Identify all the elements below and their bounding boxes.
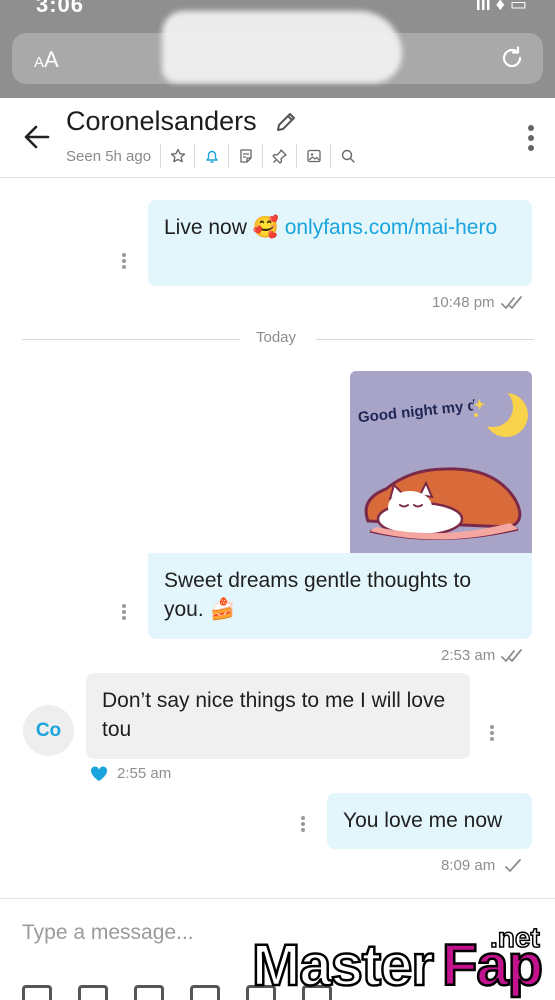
search-button[interactable] [330,144,364,168]
divider-line [22,339,240,340]
message-time: 2:55 am [117,765,172,782]
last-seen: Seen 5h ago [66,148,152,165]
favorite-button[interactable] [160,144,194,168]
single-check-icon [505,858,522,872]
message-bubble-incoming[interactable]: Don’t say nice things to me I will love … [86,673,470,759]
watermark-fap: Fap [441,932,545,1000]
message-link[interactable]: onlyfans.com/mai-hero [285,216,497,239]
divider-line [316,339,534,340]
status-icons: lll ♦ ▭ [475,0,527,14]
message-options-button[interactable] [121,602,127,622]
screen: 3:06 lll ♦ ▭ AA Coronelsanders Seen 5h a… [0,0,555,1000]
message-bubble-outgoing[interactable]: Live now 🥰 onlyfans.com/mai-hero [148,200,532,286]
message-meta: 2:55 am [90,765,171,782]
watermark-logo: .net Master Fap [251,921,555,1000]
star-icon [170,148,185,163]
message-bubble-outgoing[interactable]: You love me now [327,793,532,849]
search-icon [341,149,355,163]
date-divider: Today [22,329,534,346]
message-options-button[interactable] [121,251,127,271]
header-toolbar [160,144,364,168]
double-check-icon [500,295,522,309]
message-bubble-outgoing[interactable]: Sweet dreams gentle thoughts to you. 🍰 [148,553,532,639]
text-size-button[interactable]: AA [34,47,59,73]
poll-icon[interactable] [134,985,164,1000]
heart-icon[interactable] [90,765,108,782]
notes-button[interactable] [228,144,262,168]
message-options-button[interactable] [300,814,306,834]
notifications-button[interactable] [194,144,228,168]
back-arrow-icon[interactable] [22,122,52,152]
note-icon [239,149,252,163]
avatar[interactable]: Co [23,705,74,756]
bell-icon [205,150,218,163]
image-icon [306,149,321,163]
attach-media-icon[interactable] [22,985,52,1000]
reload-icon[interactable] [499,45,525,71]
message-text: Don’t say nice things to me I will love … [102,689,446,741]
status-time: 3:06 [36,0,85,17]
tip-icon[interactable] [190,985,220,1000]
date-divider-label: Today [256,329,297,346]
pin-button[interactable] [262,144,296,168]
sticker-image[interactable]: Good night my dear! [350,371,532,557]
message-time: 8:09 am [441,857,496,874]
watermark-master: Master [251,932,435,1000]
address-bar[interactable]: AA [12,11,543,84]
chat-header: Coronelsanders Seen 5h ago [0,98,555,178]
redacted-url [162,11,402,83]
contact-name[interactable]: Coronelsanders [66,106,257,137]
edit-pencil-icon[interactable] [274,110,298,134]
message-text: You love me now [343,809,503,832]
message-time: 10:48 pm [432,294,495,311]
sleeping-cat-sticker: Good night my dear! [357,387,528,541]
message-text: Sweet dreams gentle thoughts to you. 🍰 [164,569,472,621]
message-meta: 10:48 pm [432,294,525,311]
message-text: Live now 🥰 [164,216,285,239]
message-meta: 8:09 am [441,857,525,874]
message-time: 2:53 am [441,647,496,664]
browser-toolbar: AA [0,11,555,98]
media-button[interactable] [296,144,330,168]
pin-icon [271,149,287,164]
vault-icon[interactable] [78,985,108,1000]
message-options-button[interactable] [489,723,495,743]
more-vertical-icon[interactable] [527,124,535,152]
double-check-icon [501,648,523,662]
message-meta: 2:53 am [441,647,525,664]
